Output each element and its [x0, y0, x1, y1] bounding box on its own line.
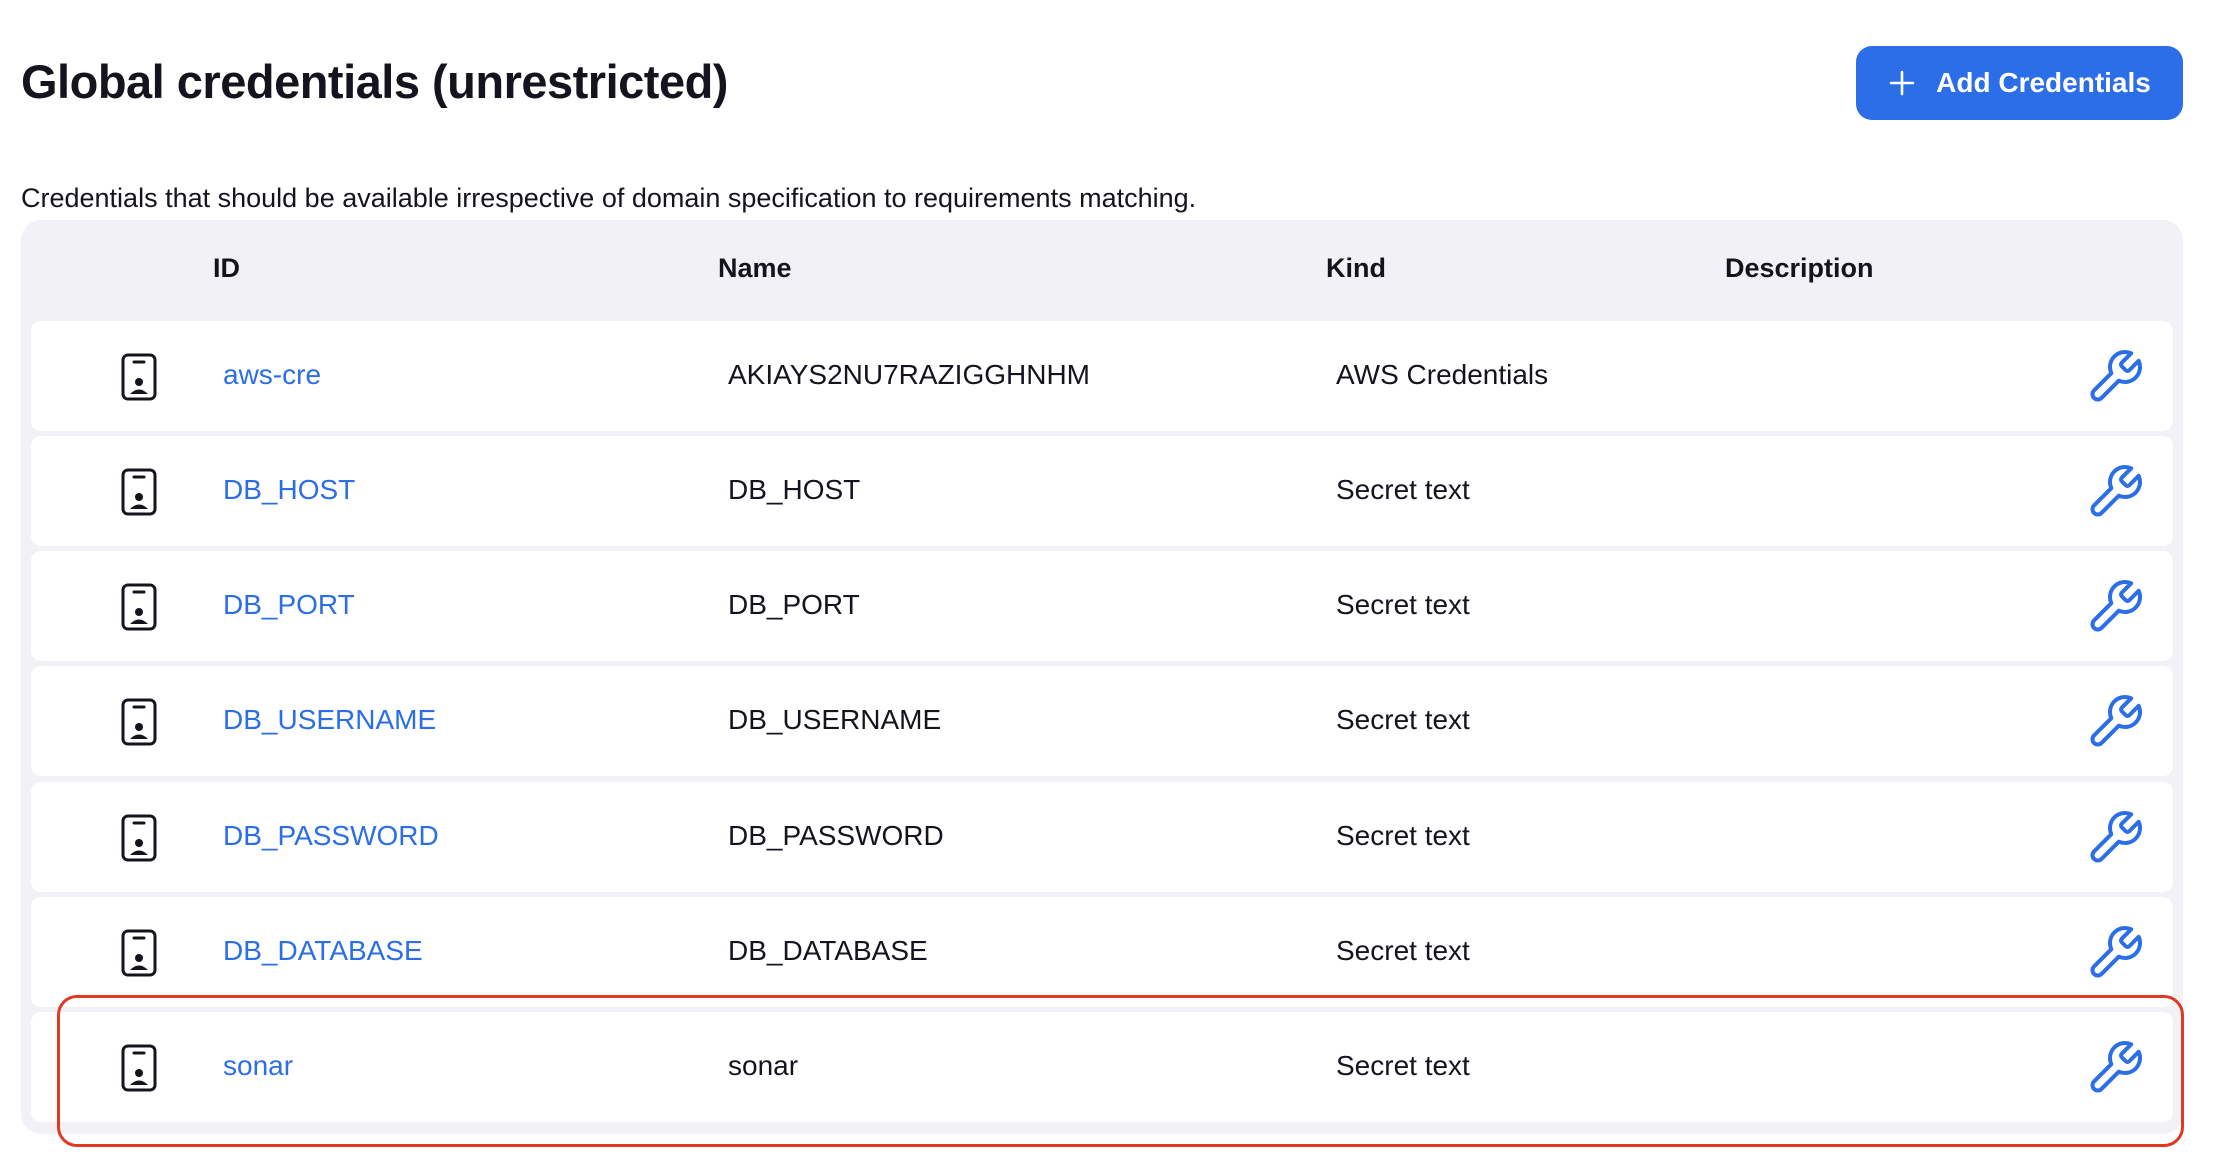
wrench-icon[interactable]: [2085, 692, 2145, 752]
credential-name: DB_DATABASE: [728, 935, 928, 966]
credential-name: DB_USERNAME: [728, 704, 942, 735]
column-header-id[interactable]: ID: [213, 253, 240, 284]
credential-badge-icon: [121, 583, 157, 631]
credential-badge-icon: [121, 929, 157, 977]
wrench-icon[interactable]: [2085, 1038, 2145, 1098]
credential-kind: Secret text: [1336, 589, 1470, 620]
credential-id-link[interactable]: DB_DATABASE: [223, 933, 423, 969]
credential-kind: Secret text: [1336, 820, 1470, 851]
wrench-icon[interactable]: [2085, 347, 2145, 407]
credential-badge-icon: [121, 353, 157, 401]
table-row: DB_PORT DB_PORT Secret text: [31, 551, 2173, 661]
credential-kind: AWS Credentials: [1336, 359, 1549, 390]
credential-kind: Secret text: [1336, 474, 1470, 505]
page-description: Credentials that should be available irr…: [21, 183, 1197, 213]
credential-kind: Secret text: [1336, 1050, 1470, 1081]
wrench-icon[interactable]: [2085, 462, 2145, 522]
column-header-kind[interactable]: Kind: [1326, 253, 1386, 284]
column-header-name[interactable]: Name: [718, 253, 792, 284]
table-row: aws-cre AKIAYS2NU7RAZIGGHNHM AWS Credent…: [31, 321, 2173, 431]
credential-kind: Secret text: [1336, 935, 1470, 966]
table-row: sonar sonar Secret text: [31, 1012, 2173, 1122]
plus-icon: [1889, 70, 1915, 96]
wrench-icon[interactable]: [2085, 808, 2145, 868]
table-row: DB_USERNAME DB_USERNAME Secret text: [31, 666, 2173, 776]
credentials-page: Global credentials (unrestricted) Add Cr…: [0, 0, 2214, 1152]
page-title: Global credentials (unrestricted): [21, 55, 728, 108]
wrench-icon[interactable]: [2085, 577, 2145, 637]
column-header-description[interactable]: Description: [1725, 253, 1874, 284]
credential-badge-icon: [121, 698, 157, 746]
wrench-icon[interactable]: [2085, 923, 2145, 983]
table-header: ID Name Kind Description: [21, 220, 2183, 320]
table-row: DB_DATABASE DB_DATABASE Secret text: [31, 897, 2173, 1007]
table-row: DB_PASSWORD DB_PASSWORD Secret text: [31, 782, 2173, 892]
credential-name: DB_PORT: [728, 589, 860, 620]
credentials-table: ID Name Kind Description aws-cre AKIAYS2…: [21, 220, 2183, 1134]
credential-id-link[interactable]: DB_USERNAME: [223, 702, 436, 738]
credential-id-link[interactable]: DB_HOST: [223, 472, 355, 508]
credential-kind: Secret text: [1336, 704, 1470, 735]
credential-badge-icon: [121, 1044, 157, 1092]
credential-badge-icon: [121, 814, 157, 862]
credential-id-link[interactable]: DB_PASSWORD: [223, 818, 439, 854]
credential-badge-icon: [121, 468, 157, 516]
credential-name: AKIAYS2NU7RAZIGGHNHM: [728, 359, 1090, 390]
credential-name: sonar: [728, 1050, 799, 1081]
add-credentials-label: Add Credentials: [1936, 67, 2151, 98]
credential-id-link[interactable]: aws-cre: [223, 357, 321, 393]
add-credentials-button[interactable]: Add Credentials: [1856, 46, 2183, 120]
credential-id-link[interactable]: sonar: [223, 1048, 293, 1084]
credential-id-link[interactable]: DB_PORT: [223, 587, 355, 623]
table-row: DB_HOST DB_HOST Secret text: [31, 436, 2173, 546]
credential-name: DB_HOST: [728, 474, 861, 505]
credential-name: DB_PASSWORD: [728, 820, 944, 851]
